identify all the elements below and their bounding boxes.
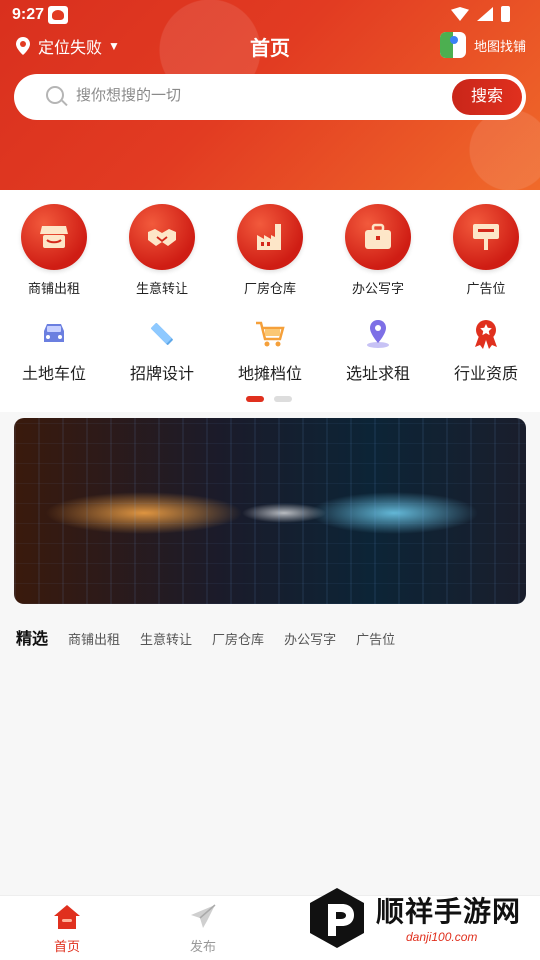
signal-icon: [477, 7, 493, 21]
category-factory-warehouse[interactable]: 厂房仓库: [216, 204, 324, 297]
featured-tabs: 精选 商铺出租 生意转让 厂房仓库 办公写字 广告位: [16, 625, 415, 649]
map-find-button[interactable]: 地图找铺: [439, 32, 526, 58]
tab-office[interactable]: 办公写字: [284, 629, 336, 648]
category-sign-design[interactable]: 招牌设计: [108, 318, 216, 384]
category-label: 招牌设计: [129, 366, 194, 383]
banner-pattern: [14, 418, 526, 604]
home-icon: [54, 905, 80, 929]
status-bar: 9:27: [0, 0, 540, 32]
award-ribbon-icon: [475, 320, 497, 349]
carousel-dot[interactable]: [274, 396, 292, 402]
map-icon: [439, 32, 466, 58]
category-ad-space[interactable]: 广告位: [432, 204, 540, 297]
storefront-icon: [40, 226, 68, 248]
tab-business-transfer[interactable]: 生意转让: [140, 629, 192, 648]
nav-home-label: 首页: [53, 939, 80, 954]
car-icon: [44, 324, 64, 342]
nav-home[interactable]: 首页: [40, 904, 94, 955]
nav-post[interactable]: 发布: [176, 904, 230, 955]
cart-icon: [256, 321, 285, 347]
category-label: 厂房仓库: [243, 281, 296, 296]
billboard-icon: [473, 224, 499, 250]
category-label: 选址求租: [345, 366, 410, 383]
category-land-parking[interactable]: 土地车位: [0, 318, 108, 384]
category-label: 土地车位: [21, 366, 86, 383]
search-button[interactable]: 搜索: [452, 79, 522, 115]
location-pin-icon: [367, 320, 389, 348]
search-icon: [46, 86, 64, 104]
tab-shop-rent[interactable]: 商铺出租: [68, 629, 120, 648]
watermark-logo-icon: [310, 888, 364, 948]
category-shop-rent[interactable]: 商铺出租: [0, 204, 108, 297]
category-label: 广告位: [466, 281, 506, 296]
app-notification-icon: [48, 6, 68, 24]
carousel-dot-active[interactable]: [246, 396, 264, 402]
category-site-selection[interactable]: 选址求租: [324, 318, 432, 384]
category-row-primary: 商铺出租 生意转让 厂房仓库 办公写字 广告位: [0, 204, 540, 297]
watermark-title: 顺祥手游网: [376, 896, 522, 927]
category-street-stall[interactable]: 地摊档位: [216, 318, 324, 384]
paper-plane-icon: [191, 904, 216, 928]
category-business-transfer[interactable]: 生意转让: [108, 204, 216, 297]
tab-ad-space[interactable]: 广告位: [356, 629, 395, 648]
promo-banner-image[interactable]: [14, 418, 526, 604]
handshake-icon: [148, 229, 176, 246]
category-label: 生意转让: [135, 281, 188, 296]
header-banner: 9:27 定位失败 ▼ 首页 地图找铺 搜索: [0, 0, 540, 190]
carousel-indicator: [246, 396, 292, 402]
category-office[interactable]: 办公写字: [324, 204, 432, 297]
briefcase-icon: [365, 223, 391, 249]
category-industry-qualification[interactable]: 行业资质: [432, 318, 540, 384]
watermark-subtitle: danji100.com: [406, 930, 478, 944]
map-find-label: 地图找铺: [473, 38, 526, 54]
search-input[interactable]: [76, 87, 436, 104]
category-label: 行业资质: [453, 366, 518, 383]
battery-icon: [501, 6, 510, 22]
factory-icon: [257, 224, 281, 250]
site-watermark: 顺祥手游网 danji100.com: [308, 880, 534, 958]
ruler-pencil-icon: [151, 323, 173, 345]
wifi-icon: [451, 7, 469, 21]
category-label: 商铺出租: [27, 281, 80, 296]
category-row-secondary: 土地车位 招牌设计 地摊档位 选址求租 行业资质: [0, 318, 540, 384]
category-grid: 商铺出租 生意转让 厂房仓库 办公写字 广告位 土地车位 招牌设计 地摊档位 选…: [0, 190, 540, 412]
tab-factory-warehouse[interactable]: 厂房仓库: [212, 629, 264, 648]
category-label: 地摊档位: [237, 366, 302, 383]
nav-post-label: 发布: [189, 939, 216, 954]
status-time: 9:27: [12, 6, 45, 23]
category-label: 办公写字: [351, 281, 404, 296]
search-bar: 搜索: [14, 74, 526, 120]
status-icons: [451, 6, 510, 22]
tab-featured[interactable]: 精选: [16, 625, 48, 649]
